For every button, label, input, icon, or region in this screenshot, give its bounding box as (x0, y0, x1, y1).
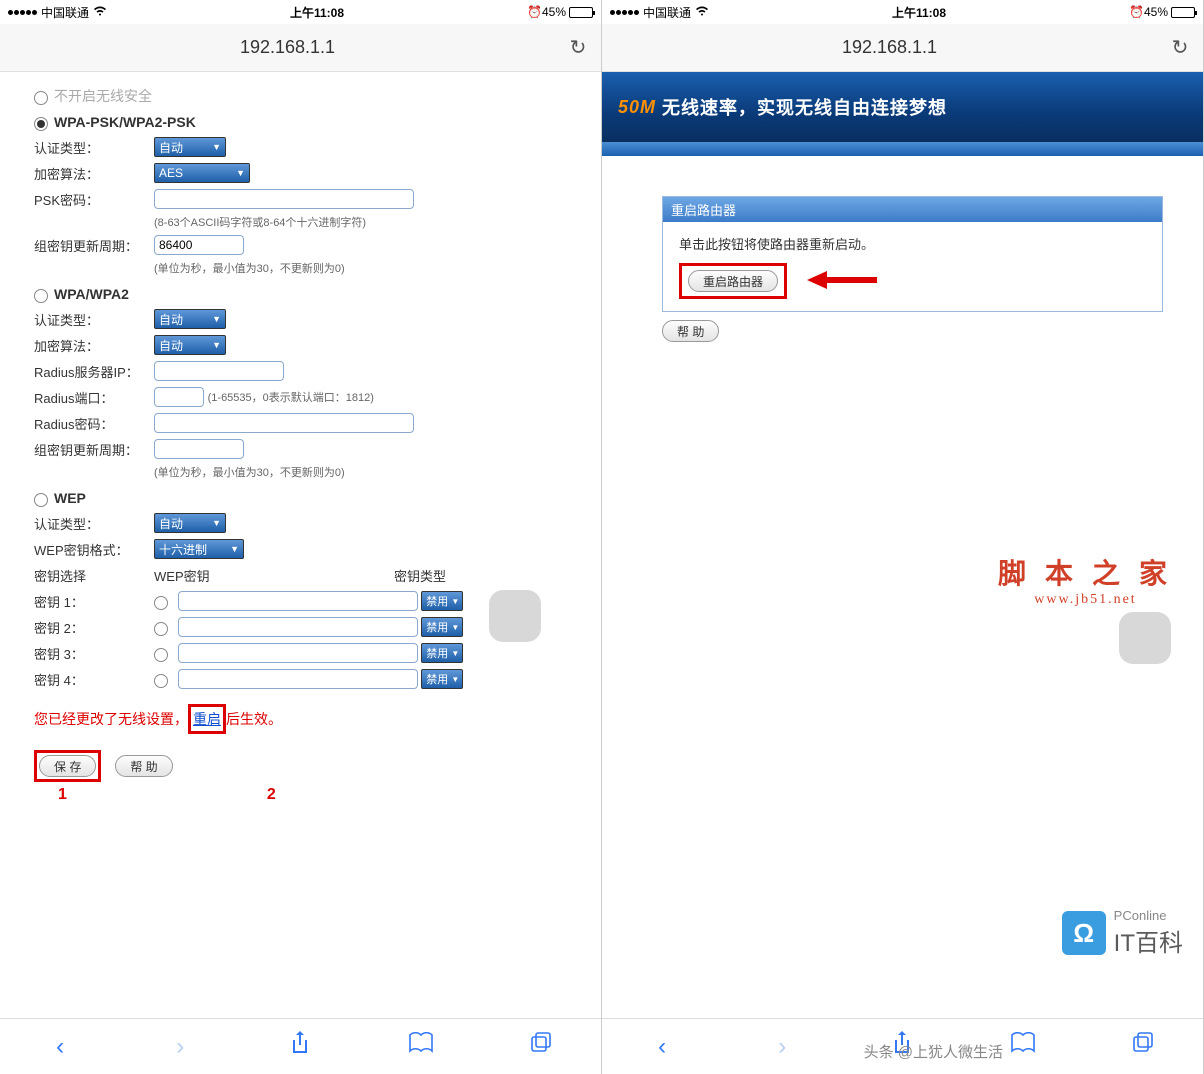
reboot-link[interactable]: 重启 (193, 711, 221, 727)
wpa-enc-select[interactable]: 自动 (154, 335, 226, 355)
help-button[interactable]: 帮 助 (662, 320, 719, 342)
wpapsk-groupkey-input[interactable] (154, 235, 244, 255)
wep-key-3-input[interactable] (178, 643, 418, 663)
wpa-auth-select[interactable]: 自动 (154, 309, 226, 329)
nav-share-icon[interactable] (280, 1030, 320, 1063)
nav-bookmarks-icon[interactable] (1003, 1032, 1043, 1061)
jb51-watermark: 脚 本 之 家 www.jb51.net (998, 552, 1173, 608)
browser-url-bar[interactable]: 192.168.1.1 ↻ (602, 24, 1203, 72)
nav-bookmarks-icon[interactable] (401, 1032, 441, 1061)
wep-key-4-input[interactable] (178, 669, 418, 689)
router-reboot-page: 50M无线速率，实现无线自由连接梦想 重启路由器 单击此按钮将使路由器重新启动。… (602, 72, 1203, 1018)
wep-key-4-type-select[interactable]: 禁用 (421, 669, 463, 689)
arrow-annotation-icon (807, 269, 877, 294)
wep-key-2-radio[interactable] (154, 622, 168, 636)
radius-pw-input[interactable] (154, 413, 414, 433)
wpa-groupkey-input[interactable] (154, 439, 244, 459)
annotation-2: 2 (267, 786, 276, 804)
left-screenshot: 中国联通 上午11:08 ⏰ 45% 192.168.1.1 ↻ 不开启无线安全… (0, 0, 602, 1074)
browser-url-bar[interactable]: 192.168.1.1 ↻ (0, 24, 601, 72)
radio-wpa[interactable] (34, 289, 48, 303)
annotation-1: 1 (58, 786, 67, 804)
assistive-touch-icon[interactable] (489, 590, 541, 642)
wep-key-4-radio[interactable] (154, 674, 168, 688)
nav-tabs-icon[interactable] (521, 1031, 561, 1062)
psk-password-input[interactable] (154, 189, 414, 209)
wifi-icon (695, 5, 709, 19)
radio-wep[interactable] (34, 493, 48, 507)
nav-forward-icon[interactable]: › (160, 1033, 200, 1061)
nav-back-icon[interactable]: ‹ (40, 1033, 80, 1061)
reboot-notice: 您已经更改了无线设置，重启后生效。 (34, 704, 573, 734)
author-byline: 头条 @上犹人微生活 (864, 1041, 1003, 1062)
safari-toolbar: ‹ › (0, 1018, 601, 1074)
radio-wpa-psk[interactable] (34, 117, 48, 131)
radius-ip-input[interactable] (154, 361, 284, 381)
pconline-logo-icon: Ω (1062, 911, 1106, 955)
pconline-watermark: Ω PConlineIT百科 (1062, 908, 1183, 958)
status-bar: 中国联通 上午11:08 ⏰ 45% (0, 0, 601, 24)
alarm-icon: ⏰ (1129, 5, 1144, 19)
right-screenshot: 中国联通 上午11:08 ⏰ 45% 192.168.1.1 ↻ 50M无线速率… (602, 0, 1204, 1074)
nav-tabs-icon[interactable] (1123, 1031, 1163, 1062)
wep-key-3-type-select[interactable]: 禁用 (421, 643, 463, 663)
signal-icon (8, 10, 37, 15)
reload-icon[interactable]: ↻ (565, 35, 591, 61)
save-button[interactable]: 保 存 (39, 755, 96, 777)
wep-key-1-radio[interactable] (154, 596, 168, 610)
alarm-icon: ⏰ (527, 5, 542, 19)
wep-key-2-input[interactable] (178, 617, 418, 637)
router-settings-page: 不开启无线安全 WPA-PSK/WPA2-PSK 认证类型：自动 加密算法：AE… (0, 72, 601, 1018)
wep-auth-select[interactable]: 自动 (154, 513, 226, 533)
url-text: 192.168.1.1 (10, 37, 565, 58)
nav-forward-icon[interactable]: › (762, 1033, 802, 1061)
wep-key-1-input[interactable] (178, 591, 418, 611)
wpapsk-auth-select[interactable]: 自动 (154, 137, 226, 157)
help-button[interactable]: 帮 助 (115, 755, 172, 777)
reboot-panel: 重启路由器 单击此按钮将使路由器重新启动。 重启路由器 (662, 196, 1163, 312)
wpapsk-enc-select[interactable]: AES (154, 163, 250, 183)
reload-icon[interactable]: ↻ (1167, 35, 1193, 61)
status-time: 上午11:08 (107, 4, 527, 21)
wep-key-1-type-select[interactable]: 禁用 (421, 591, 463, 611)
wep-format-select[interactable]: 十六进制 (154, 539, 244, 559)
nav-back-icon[interactable]: ‹ (642, 1033, 682, 1061)
panel-title: 重启路由器 (663, 197, 1162, 222)
radius-port-input[interactable] (154, 387, 204, 407)
carrier-label: 中国联通 (41, 4, 89, 21)
wep-key-2-type-select[interactable]: 禁用 (421, 617, 463, 637)
wifi-icon (93, 5, 107, 19)
battery-indicator: 45% (542, 5, 593, 19)
router-banner: 50M无线速率，实现无线自由连接梦想 (602, 72, 1203, 142)
radio-no-security[interactable] (34, 91, 48, 105)
assistive-touch-icon[interactable] (1119, 612, 1171, 664)
wep-key-3-radio[interactable] (154, 648, 168, 662)
reboot-button[interactable]: 重启路由器 (688, 270, 778, 292)
status-bar: 中国联通 上午11:08 ⏰ 45% (602, 0, 1203, 24)
